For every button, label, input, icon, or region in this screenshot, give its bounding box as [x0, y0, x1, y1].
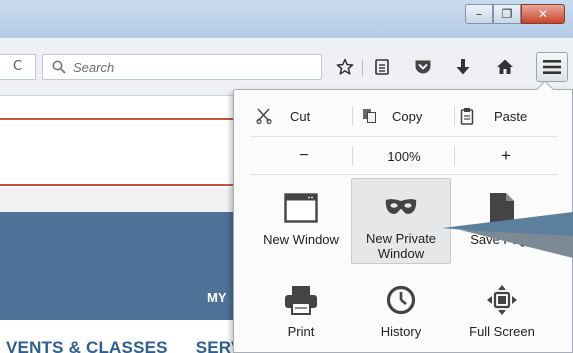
fullscreen-icon	[487, 285, 517, 315]
history-clock-icon	[386, 285, 416, 315]
new-private-window-label: New Private Window	[365, 231, 437, 261]
menu-divider	[250, 174, 558, 175]
print-icon	[285, 286, 317, 315]
new-window-icon	[284, 193, 318, 223]
zoom-level[interactable]: 100%	[374, 144, 434, 168]
new-window-label: New Window	[263, 232, 339, 247]
close-icon[interactable]: ✕	[521, 4, 565, 24]
hamburger-menu-icon[interactable]	[536, 52, 568, 82]
zoom-separator	[454, 146, 455, 166]
edit-separator	[352, 106, 353, 126]
home-icon[interactable]	[494, 56, 516, 78]
print-button[interactable]: Print	[251, 272, 351, 353]
edit-separator	[454, 106, 455, 126]
cut-button[interactable]: Cut	[256, 102, 310, 130]
full-screen-button[interactable]: Full Screen	[452, 272, 552, 353]
copy-button[interactable]: Copy	[362, 102, 422, 130]
edit-controls: Cut Copy Paste	[234, 100, 573, 132]
bookmark-star-icon[interactable]	[334, 56, 356, 78]
paste-label: Paste	[494, 108, 528, 124]
zoom-controls: − 100% +	[234, 142, 573, 170]
history-button[interactable]: History	[351, 272, 451, 353]
navigation-toolbar: C	[0, 38, 573, 96]
minimize-icon[interactable]: –	[465, 4, 493, 24]
zoom-separator	[352, 146, 353, 166]
window-controls: – ❐ ✕	[465, 4, 565, 24]
site-nav-events-classes[interactable]: VENTS & CLASSES	[6, 338, 168, 353]
zoom-out-button[interactable]: −	[284, 144, 324, 168]
copy-label: Copy	[392, 108, 423, 124]
reading-list-icon[interactable]	[371, 56, 393, 78]
callout-pointer	[442, 212, 573, 258]
paste-icon	[460, 108, 474, 125]
print-label: Print	[287, 324, 315, 339]
private-mask-icon	[385, 199, 417, 214]
browser-window: – ❐ ✕ C Search MY VENTS & CLASSES SERV C…	[0, 0, 573, 353]
new-window-button[interactable]: New Window	[251, 180, 351, 266]
toolbar-separator	[362, 60, 363, 76]
pocket-icon[interactable]	[412, 56, 434, 78]
new-private-window-button[interactable]: New Private Window	[351, 178, 451, 264]
title-bar: – ❐ ✕	[0, 0, 573, 38]
history-label: History	[380, 324, 422, 339]
paste-button[interactable]: Paste	[460, 102, 527, 130]
maximize-icon[interactable]: ❐	[493, 4, 521, 24]
zoom-in-button[interactable]: +	[486, 144, 526, 168]
search-icon	[52, 60, 66, 74]
cut-icon	[256, 108, 272, 124]
download-icon[interactable]	[452, 56, 474, 78]
full-screen-label: Full Screen	[469, 324, 535, 339]
cut-label: Cut	[290, 108, 311, 124]
reload-icon[interactable]: C	[0, 54, 36, 80]
menu-divider	[250, 136, 558, 137]
copy-icon	[363, 109, 376, 123]
search-box[interactable]	[42, 54, 322, 80]
search-input[interactable]	[73, 58, 313, 76]
band-link-text[interactable]: MY	[207, 290, 227, 305]
